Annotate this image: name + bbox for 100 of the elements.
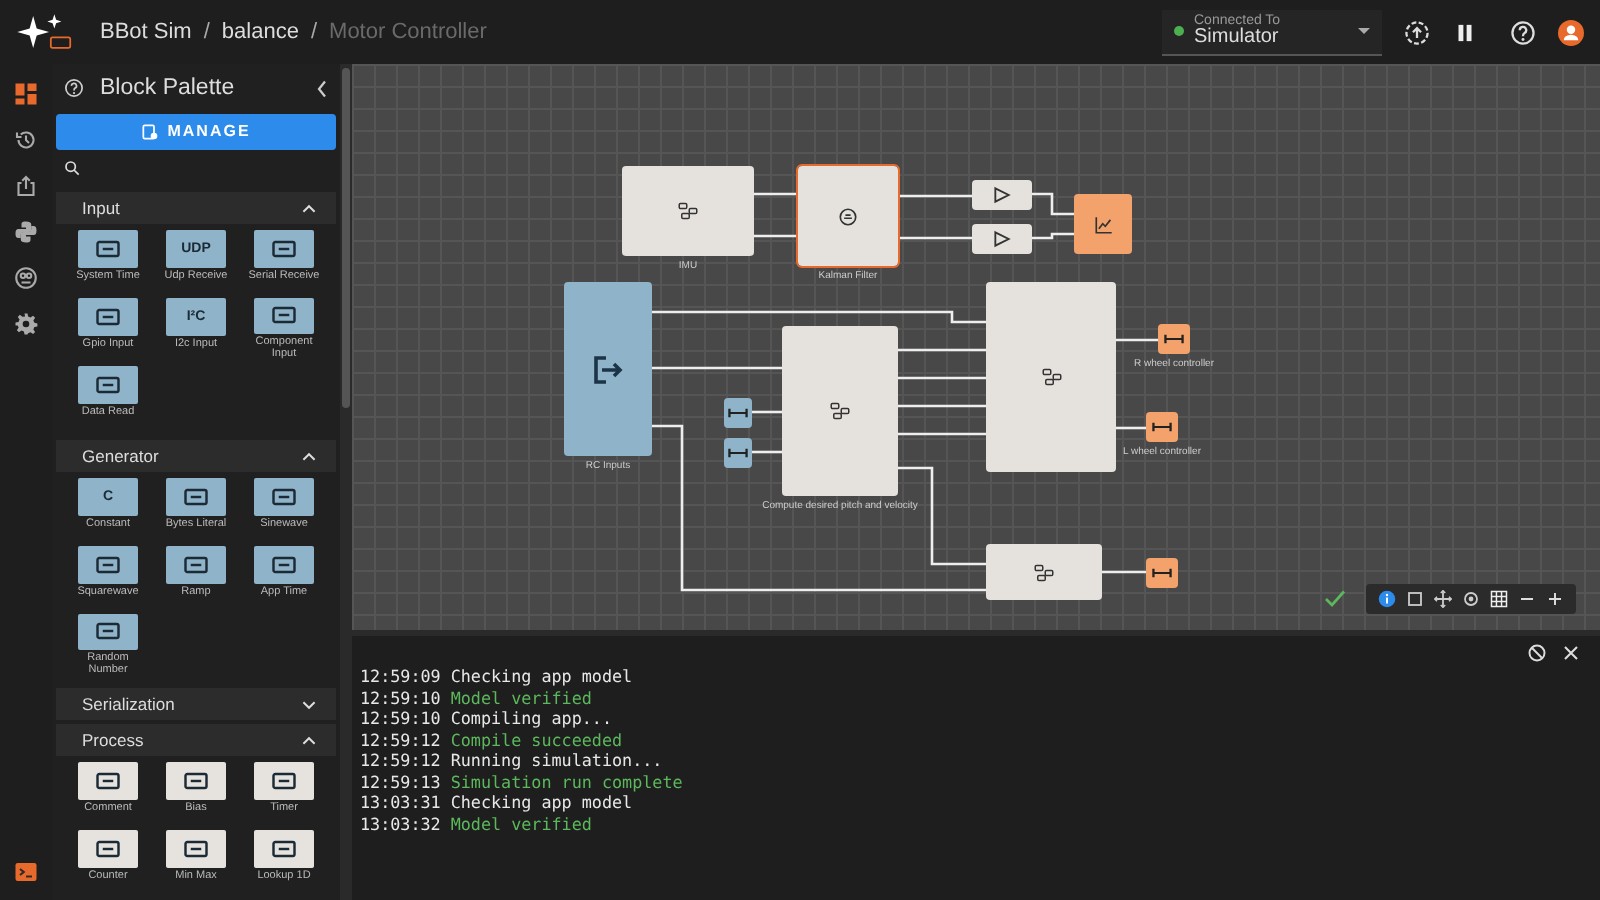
subsystem-icon xyxy=(1034,563,1054,581)
log-time: 12:59:13 xyxy=(360,771,441,792)
clear-icon[interactable] xyxy=(1528,644,1546,662)
block-tile[interactable] xyxy=(166,546,226,584)
block-tile[interactable] xyxy=(166,762,226,800)
diagram-block[interactable] xyxy=(972,180,1032,210)
block-tile[interactable] xyxy=(254,478,314,516)
upload-icon[interactable] xyxy=(1404,19,1430,45)
log-message: Model verified xyxy=(450,687,592,708)
log-message: Compiling app... xyxy=(450,708,613,729)
block-tile[interactable] xyxy=(254,762,314,800)
section-header[interactable]: Process xyxy=(56,724,336,756)
block-icon xyxy=(270,554,298,576)
block-icon xyxy=(270,486,298,508)
log-message: Simulation run complete xyxy=(450,771,683,792)
connector-line xyxy=(1116,338,1158,342)
block-tile[interactable] xyxy=(78,546,138,584)
diagram-block[interactable] xyxy=(1158,324,1190,354)
block-tile[interactable] xyxy=(166,830,226,868)
connector-line xyxy=(898,194,972,198)
diagram-block[interactable] xyxy=(1146,412,1178,442)
block-tile[interactable] xyxy=(78,830,138,868)
block-icon xyxy=(94,554,122,576)
move-icon[interactable] xyxy=(1434,590,1452,608)
caret-icon xyxy=(1358,28,1370,34)
log-time: 12:59:09 xyxy=(360,666,441,687)
block-icon xyxy=(182,838,210,860)
block-icon xyxy=(182,486,210,508)
connector-line xyxy=(898,376,986,380)
block-icon xyxy=(182,770,210,792)
block-tile[interactable] xyxy=(166,478,226,516)
fit-icon[interactable] xyxy=(1406,590,1424,608)
chart-icon xyxy=(1093,215,1113,233)
log-time: 12:59:12 xyxy=(360,750,441,771)
search-icon xyxy=(64,160,80,177)
block-icon xyxy=(270,238,298,260)
breadcrumb-link[interactable]: BBot Sim xyxy=(100,20,192,44)
help-icon[interactable] xyxy=(64,78,84,99)
help-icon[interactable] xyxy=(1510,19,1536,45)
double-arrow-icon xyxy=(1152,418,1172,436)
block-icon xyxy=(270,838,298,860)
log-message: Model verified xyxy=(450,813,592,834)
block-tile[interactable] xyxy=(78,762,138,800)
block-tile[interactable] xyxy=(78,614,138,650)
double-arrow-icon xyxy=(1164,330,1184,348)
close-icon[interactable] xyxy=(1562,644,1580,662)
block-tile[interactable] xyxy=(78,366,138,404)
subsystem-icon xyxy=(678,202,698,220)
log-time: 12:59:10 xyxy=(360,708,441,729)
block-tile[interactable] xyxy=(254,230,314,268)
diagram-block[interactable] xyxy=(724,398,752,428)
diagram-block[interactable] xyxy=(1146,558,1178,588)
block-icon xyxy=(94,238,122,260)
diagram-block[interactable] xyxy=(724,438,752,468)
connector-line xyxy=(652,366,782,370)
connector-line xyxy=(898,348,986,352)
double-arrow-icon xyxy=(728,404,748,422)
breadcrumb-link[interactable]: balance xyxy=(221,20,299,44)
grid-icon[interactable] xyxy=(1490,590,1508,608)
python-icon xyxy=(14,220,38,244)
connector-line xyxy=(752,410,782,414)
section-header[interactable]: Serialization xyxy=(56,688,336,720)
log-time: 13:03:32 xyxy=(360,813,441,834)
block-icon xyxy=(94,838,122,860)
terminal-icon[interactable] xyxy=(14,860,38,884)
block-icon xyxy=(94,306,122,328)
breadcrumb-separator: / xyxy=(310,20,318,44)
block-icon xyxy=(94,770,122,792)
target-icon[interactable] xyxy=(1462,590,1480,608)
connector-line xyxy=(898,236,972,240)
triangle-icon xyxy=(992,230,1012,248)
log-message: Checking app model xyxy=(450,792,633,813)
section-header[interactable]: Input xyxy=(56,192,336,224)
export-icon xyxy=(14,174,38,198)
log-message: Checking app model xyxy=(450,666,633,687)
chevron-up-icon xyxy=(302,203,316,213)
zoom-in-icon[interactable] xyxy=(1546,590,1564,608)
connector-line xyxy=(1032,192,1074,216)
info-icon[interactable] xyxy=(1378,590,1396,608)
filter-icon xyxy=(838,207,858,225)
double-arrow-icon xyxy=(1152,564,1172,582)
avatar-icon[interactable] xyxy=(1558,19,1584,45)
block-tile[interactable] xyxy=(254,830,314,868)
double-arrow-icon xyxy=(728,444,748,462)
chevron-up-icon xyxy=(302,735,316,745)
breadcrumb-separator: / xyxy=(203,20,210,44)
connector-line xyxy=(1116,426,1146,430)
diagram-block[interactable] xyxy=(972,224,1032,254)
collapse-icon[interactable] xyxy=(316,79,328,98)
block-tile[interactable] xyxy=(78,230,138,268)
block-tile[interactable] xyxy=(254,298,314,334)
connector-line xyxy=(1102,570,1146,574)
block-tile[interactable] xyxy=(78,298,138,336)
block-tile[interactable] xyxy=(254,546,314,584)
log-time: 13:03:31 xyxy=(360,792,441,813)
block-icon xyxy=(94,374,122,396)
history-icon xyxy=(14,128,38,152)
section-header[interactable]: Generator xyxy=(56,440,336,472)
log-time: 12:59:12 xyxy=(360,729,441,750)
block-icon xyxy=(94,620,122,643)
